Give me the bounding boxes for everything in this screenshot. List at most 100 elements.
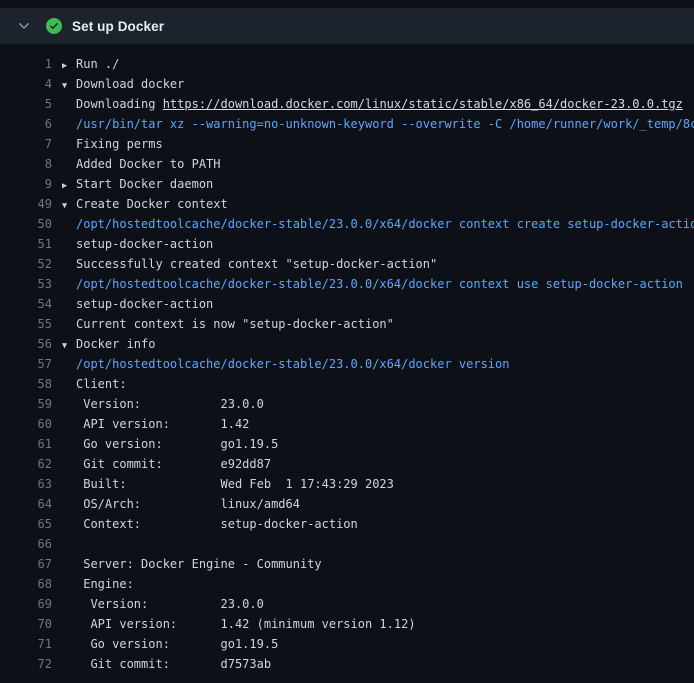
log-text: /usr/bin/tar xz --warning=no-unknown-key… (76, 114, 694, 134)
check-circle-icon (46, 18, 62, 34)
line-number[interactable]: 5 (0, 94, 52, 114)
log-text: Successfully created context "setup-dock… (76, 254, 437, 274)
line-number[interactable]: 54 (0, 294, 52, 314)
line-number[interactable]: 64 (0, 494, 52, 514)
line-number[interactable]: 67 (0, 554, 52, 574)
log-line: 55Current context is now "setup-docker-a… (0, 314, 694, 334)
log-text: OS/Arch: linux/amd64 (76, 494, 300, 514)
group-expanded-icon[interactable]: ▼ (62, 76, 76, 94)
line-number[interactable]: 50 (0, 214, 52, 234)
log-line[interactable]: 1 ▶Run ./ (0, 54, 694, 74)
log-line: 64 OS/Arch: linux/amd64 (0, 494, 694, 514)
group-expanded-icon[interactable]: ▼ (62, 336, 76, 354)
log-line: 68 Engine: (0, 574, 694, 594)
log-line[interactable]: 9 ▶Start Docker daemon (0, 174, 694, 194)
log-text: /opt/hostedtoolcache/docker-stable/23.0.… (76, 354, 509, 374)
log-line: 54 setup-docker-action (0, 294, 694, 314)
line-number[interactable]: 59 (0, 394, 52, 414)
log-line: 50/opt/hostedtoolcache/docker-stable/23.… (0, 214, 694, 234)
log-line: 53/opt/hostedtoolcache/docker-stable/23.… (0, 274, 694, 294)
step-title: Set up Docker (72, 19, 164, 34)
log-line: 70 API version: 1.42 (minimum version 1.… (0, 614, 694, 634)
line-number[interactable]: 61 (0, 434, 52, 454)
log-text: /opt/hostedtoolcache/docker-stable/23.0.… (76, 274, 683, 294)
chevron-down-icon[interactable] (16, 18, 32, 34)
log-text: Go version: go1.19.5 (76, 634, 278, 654)
log-line: 51 setup-docker-action (0, 234, 694, 254)
line-number[interactable]: 60 (0, 414, 52, 434)
log-text: Start Docker daemon (76, 174, 213, 194)
group-collapsed-icon[interactable]: ▶ (62, 176, 76, 194)
line-number[interactable]: 57 (0, 354, 52, 374)
log-line: 52 Successfully created context "setup-do… (0, 254, 694, 274)
log-line: 66 (0, 534, 694, 554)
log-line: 5 Downloading https://download.docker.com… (0, 94, 694, 114)
log-text: Version: 23.0.0 (76, 394, 264, 414)
log-text: Git commit: d7573ab (76, 654, 271, 674)
log-text: Fixing perms (76, 134, 163, 154)
log-text: Git commit: e92dd87 (76, 454, 271, 474)
line-number[interactable]: 1 (0, 54, 52, 74)
log-text: Client: (76, 374, 127, 394)
log-text: setup-docker-action (76, 294, 213, 314)
log-viewer: 1▶Run ./4▼Download docker5Downloading ht… (0, 44, 694, 674)
line-number[interactable]: 63 (0, 474, 52, 494)
line-number[interactable]: 70 (0, 614, 52, 634)
log-text: setup-docker-action (76, 234, 213, 254)
line-number[interactable]: 52 (0, 254, 52, 274)
step-header[interactable]: Set up Docker (0, 8, 694, 44)
log-line[interactable]: 56 ▼Docker info (0, 334, 694, 354)
log-text: Built: Wed Feb 1 17:43:29 2023 (76, 474, 394, 494)
line-number[interactable]: 6 (0, 114, 52, 134)
line-number[interactable]: 49 (0, 194, 52, 214)
group-expanded-icon[interactable]: ▼ (62, 196, 76, 214)
line-number[interactable]: 69 (0, 594, 52, 614)
log-text: Server: Docker Engine - Community (76, 554, 322, 574)
log-line: 8 Added Docker to PATH (0, 154, 694, 174)
log-line: 58 Client: (0, 374, 694, 394)
log-text: API version: 1.42 (76, 414, 249, 434)
log-text: Download docker (76, 74, 184, 94)
log-line: 59 Version: 23.0.0 (0, 394, 694, 414)
line-number[interactable]: 68 (0, 574, 52, 594)
line-number[interactable]: 8 (0, 154, 52, 174)
line-number[interactable]: 9 (0, 174, 52, 194)
log-text: Go version: go1.19.5 (76, 434, 278, 454)
line-number[interactable]: 72 (0, 654, 52, 674)
log-line: 63 Built: Wed Feb 1 17:43:29 2023 (0, 474, 694, 494)
log-text: Downloading (76, 94, 163, 114)
log-line: 67 Server: Docker Engine - Community (0, 554, 694, 574)
log-text: Context: setup-docker-action (76, 514, 358, 534)
log-line: 62 Git commit: e92dd87 (0, 454, 694, 474)
log-text: API version: 1.42 (minimum version 1.12) (76, 614, 416, 634)
log-text: Docker info (76, 334, 155, 354)
line-number[interactable]: 55 (0, 314, 52, 334)
log-line: 60 API version: 1.42 (0, 414, 694, 434)
line-number[interactable]: 71 (0, 634, 52, 654)
log-text: /opt/hostedtoolcache/docker-stable/23.0.… (76, 214, 694, 234)
line-number[interactable]: 51 (0, 234, 52, 254)
log-line[interactable]: 4 ▼Download docker (0, 74, 694, 94)
log-line: 65 Context: setup-docker-action (0, 514, 694, 534)
line-number[interactable]: 66 (0, 534, 52, 554)
log-line: 71 Go version: go1.19.5 (0, 634, 694, 654)
log-text: Run ./ (76, 54, 119, 74)
log-line[interactable]: 49▼Create Docker context (0, 194, 694, 214)
log-line: 6/usr/bin/tar xz --warning=no-unknown-ke… (0, 114, 694, 134)
line-number[interactable]: 62 (0, 454, 52, 474)
log-text: Added Docker to PATH (76, 154, 221, 174)
log-line: 69 Version: 23.0.0 (0, 594, 694, 614)
line-number[interactable]: 7 (0, 134, 52, 154)
log-text: Engine: (76, 574, 134, 594)
top-spacer (0, 0, 694, 8)
log-line: 61 Go version: go1.19.5 (0, 434, 694, 454)
log-line: 57/opt/hostedtoolcache/docker-stable/23.… (0, 354, 694, 374)
line-number[interactable]: 65 (0, 514, 52, 534)
actions-log-page: Set up Docker 1▶Run ./4▼Download docker5… (0, 0, 694, 683)
line-number[interactable]: 58 (0, 374, 52, 394)
log-link[interactable]: https://download.docker.com/linux/static… (163, 94, 683, 114)
line-number[interactable]: 56 (0, 334, 52, 354)
line-number[interactable]: 4 (0, 74, 52, 94)
line-number[interactable]: 53 (0, 274, 52, 294)
group-collapsed-icon[interactable]: ▶ (62, 56, 76, 74)
